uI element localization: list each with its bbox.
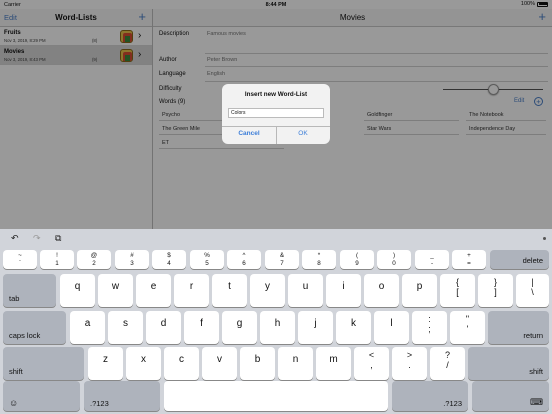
dictation-dot-icon — [543, 237, 546, 240]
key-semicolon[interactable]: :; — [412, 311, 447, 344]
return-key[interactable]: return — [488, 311, 549, 344]
key-w[interactable]: w — [98, 274, 133, 307]
right-shift-key[interactable]: shift — [468, 347, 549, 380]
key-t[interactable]: t — [212, 274, 247, 307]
hide-keyboard-key[interactable]: ⌨ — [472, 381, 549, 411]
cancel-button[interactable]: Cancel — [222, 130, 276, 137]
key-b[interactable]: b — [240, 347, 275, 380]
key-a[interactable]: a — [70, 311, 105, 344]
key-9[interactable]: (9 — [340, 250, 374, 269]
ok-button[interactable]: OK — [276, 130, 330, 137]
key-slash[interactable]: ? / — [430, 347, 465, 380]
space-bar[interactable] — [164, 381, 388, 411]
key-comma[interactable]: <, — [354, 347, 389, 380]
key-0[interactable]: ) 0 — [377, 250, 411, 269]
key-m[interactable]: m — [316, 347, 351, 380]
key-d[interactable]: d — [146, 311, 181, 344]
key-3[interactable]: #3 — [115, 250, 149, 269]
numbers-mode-key-right[interactable]: .?123 — [392, 381, 468, 411]
keyboard-icon: ⌨ — [530, 397, 543, 407]
key-u[interactable]: u — [288, 274, 323, 307]
key-r[interactable]: r — [174, 274, 209, 307]
undo-icon[interactable]: ↶ — [11, 233, 19, 244]
key-i[interactable]: i — [326, 274, 361, 307]
key-backtick[interactable]: ~ ` — [3, 250, 37, 269]
key-backslash[interactable]: | \ — [516, 274, 549, 307]
emoji-key[interactable]: ☺ — [3, 381, 80, 411]
key-s[interactable]: s — [108, 311, 143, 344]
key-bracket-open[interactable]: {[ — [440, 274, 475, 307]
key-n[interactable]: n — [278, 347, 313, 380]
key-z[interactable]: z — [88, 347, 123, 380]
key-1[interactable]: ! 1 — [40, 250, 74, 269]
key-o[interactable]: o — [364, 274, 399, 307]
key-5[interactable]: % 5 — [190, 250, 224, 269]
key-c[interactable]: c — [164, 347, 199, 380]
keyboard-shortcut-bar: ↶ ↷ ⧉ — [0, 229, 552, 249]
key-y[interactable]: y — [250, 274, 285, 307]
key-2[interactable]: @2 — [77, 250, 111, 269]
caps-lock-key[interactable]: caps lock — [3, 311, 66, 344]
key-k[interactable]: k — [336, 311, 371, 344]
tab-key[interactable]: tab — [3, 274, 56, 307]
key-4[interactable]: $4 — [152, 250, 186, 269]
redo-icon[interactable]: ↷ — [33, 233, 41, 244]
key-l[interactable]: l — [374, 311, 409, 344]
key-8[interactable]: * 8 — [302, 250, 336, 269]
left-shift-key[interactable]: shift — [3, 347, 84, 380]
key-p[interactable]: p — [402, 274, 437, 307]
key-equals[interactable]: + = — [452, 250, 486, 269]
key-e[interactable]: e — [136, 274, 171, 307]
key-x[interactable]: x — [126, 347, 161, 380]
key-7[interactable]: & 7 — [265, 250, 299, 269]
key-g[interactable]: g — [222, 311, 257, 344]
keyboard: ↶ ↷ ⧉ ~ ` ! 1 @2 #3 $4 % 5 ^ 6 & 7 * 8 (9 ) 0 _… — [0, 229, 552, 414]
key-minus[interactable]: _ - — [415, 250, 449, 269]
key-h[interactable]: h — [260, 311, 295, 344]
key-6[interactable]: ^ 6 — [227, 250, 261, 269]
key-quote[interactable]: " ' — [450, 311, 485, 344]
emoji-icon: ☺ — [9, 398, 19, 408]
key-v[interactable]: v — [202, 347, 237, 380]
key-j[interactable]: j — [298, 311, 333, 344]
key-bracket-close[interactable]: }] — [478, 274, 513, 307]
delete-key[interactable]: delete — [490, 250, 549, 269]
numbers-mode-key-left[interactable]: .?123 — [84, 381, 160, 411]
key-q[interactable]: q — [60, 274, 95, 307]
alert-title: Insert new Word-List — [244, 91, 308, 98]
paste-icon[interactable]: ⧉ — [55, 233, 61, 244]
key-f[interactable]: f — [184, 311, 219, 344]
key-period[interactable]: >. — [392, 347, 427, 380]
insert-word-list-alert: Insert new Word-List Colors Cancel OK — [222, 84, 330, 144]
word-list-name-input[interactable]: Colors — [228, 108, 324, 118]
